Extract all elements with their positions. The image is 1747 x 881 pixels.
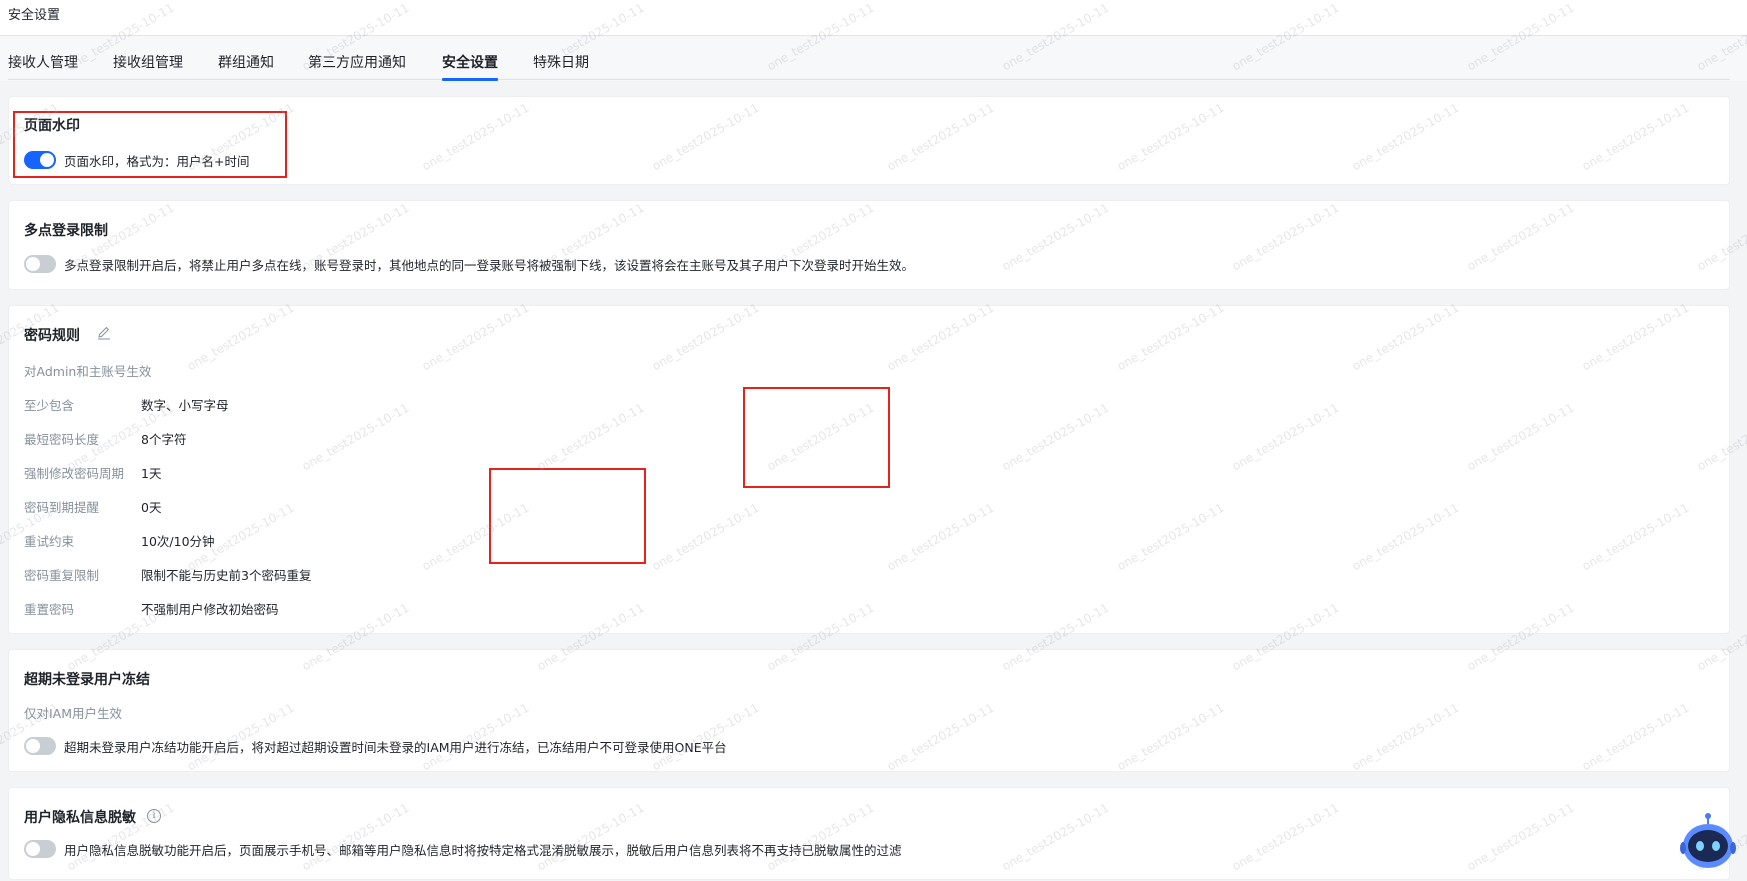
rule-row: 密码到期提醒 0天	[24, 497, 161, 516]
rule-value: 0天	[141, 500, 162, 515]
robot-assistant-icon[interactable]	[1680, 812, 1736, 872]
rule-value: 限制不能与历史前3个密码重复	[141, 568, 312, 583]
tab-baseline	[8, 79, 1730, 80]
rule-row: 至少包含 数字、小写字母	[24, 395, 229, 414]
rule-value: 1天	[141, 466, 162, 481]
tab-third-party-notification[interactable]: 第三方应用通知	[308, 52, 406, 72]
watermark-card: 页面水印 页面水印，格式为：用户名+时间	[8, 96, 1730, 185]
tab-security-settings-label: 安全设置	[442, 55, 498, 71]
toggle-knob	[40, 153, 54, 167]
privacy-mask-title: 用户隐私信息脱敏	[24, 810, 136, 826]
inactive-freeze-switch-label: 超期未登录用户冻结功能开启后，将对超过超期设置时间未登录的IAM用户进行冻结，已…	[64, 739, 727, 755]
multi-login-card: 多点登录限制 多点登录限制开启后，将禁止用户多点在线，账号登录时，其他地点的同一…	[8, 200, 1730, 290]
watermark-switch-label: 页面水印，格式为：用户名+时间	[64, 153, 250, 169]
privacy-mask-toggle[interactable]	[24, 840, 56, 858]
inactive-freeze-scope: 仅对IAM用户生效	[24, 706, 123, 721]
password-rules-scope: 对Admin和主账号生效	[24, 364, 152, 379]
info-icon[interactable]: i	[147, 809, 161, 823]
rule-value: 数字、小写字母	[141, 398, 229, 413]
inactive-freeze-title: 超期未登录用户冻结	[24, 672, 150, 688]
tab-bar: 接收人管理 接收组管理 群组通知 第三方应用通知 安全设置 特殊日期	[0, 36, 1747, 81]
inactive-freeze-switch-row: 超期未登录用户冻结功能开启后，将对超过超期设置时间未登录的IAM用户进行冻结，已…	[24, 737, 727, 755]
page-title: 安全设置	[8, 8, 61, 23]
inactive-freeze-toggle[interactable]	[24, 737, 56, 755]
rule-row: 重试约束 10次/10分钟	[24, 531, 215, 550]
edit-icon[interactable]	[97, 326, 111, 340]
rule-key: 重试约束	[24, 534, 75, 549]
toggle-knob	[26, 257, 40, 271]
rule-row: 密码重复限制 限制不能与历史前3个密码重复	[24, 565, 311, 584]
privacy-mask-card: 用户隐私信息脱敏 i 用户隐私信息脱敏功能开启后，页面展示手机号、邮箱等用户隐私…	[8, 787, 1730, 880]
watermark-title: 页面水印	[24, 118, 80, 134]
rule-row: 强制修改密码周期 1天	[24, 463, 161, 482]
toggle-knob	[26, 739, 40, 753]
active-tab-indicator	[442, 78, 498, 81]
page: 安全设置 接收人管理 接收组管理 群组通知 第三方应用通知 安全设置 特殊日期 …	[0, 0, 1747, 881]
rule-key: 强制修改密码周期	[24, 466, 125, 481]
multi-login-switch-label: 多点登录限制开启后，将禁止用户多点在线，账号登录时，其他地点的同一登录账号将被强…	[64, 257, 915, 273]
watermark-toggle[interactable]	[24, 151, 56, 169]
tab-group-notification[interactable]: 群组通知	[218, 52, 274, 72]
rule-key: 密码重复限制	[24, 568, 100, 583]
inactive-freeze-card: 超期未登录用户冻结 仅对IAM用户生效 超期未登录用户冻结功能开启后，将对超过超…	[8, 649, 1730, 772]
top-bar: 安全设置	[0, 0, 1747, 36]
watermark-switch-row: 页面水印，格式为：用户名+时间	[24, 151, 249, 169]
rule-value: 8个字符	[141, 432, 187, 447]
tab-receiver-management[interactable]: 接收人管理	[8, 52, 78, 72]
rule-value: 不强制用户修改初始密码	[141, 602, 279, 617]
privacy-mask-switch-row: 用户隐私信息脱敏功能开启后，页面展示手机号、邮箱等用户隐私信息时将按特定格式混淆…	[24, 840, 902, 858]
multi-login-title: 多点登录限制	[24, 223, 108, 239]
tab-special-dates[interactable]: 特殊日期	[533, 52, 589, 72]
rule-row: 最短密码长度 8个字符	[24, 429, 186, 448]
password-rules-title: 密码规则	[24, 328, 80, 344]
rule-row: 重置密码 不强制用户修改初始密码	[24, 599, 279, 618]
toggle-knob	[26, 842, 40, 856]
tab-receiver-group-management[interactable]: 接收组管理	[113, 52, 183, 72]
rule-key: 密码到期提醒	[24, 500, 100, 515]
privacy-mask-switch-label: 用户隐私信息脱敏功能开启后，页面展示手机号、邮箱等用户隐私信息时将按特定格式混淆…	[64, 842, 902, 858]
multi-login-switch-row: 多点登录限制开启后，将禁止用户多点在线，账号登录时，其他地点的同一登录账号将被强…	[24, 255, 914, 273]
rule-key: 至少包含	[24, 398, 75, 413]
rule-key: 最短密码长度	[24, 432, 100, 447]
tab-security-settings[interactable]: 安全设置	[442, 52, 498, 81]
rule-value: 10次/10分钟	[141, 534, 215, 549]
password-rules-card: 密码规则 对Admin和主账号生效 至少包含 数字、小写字母 最短密码长度 8个…	[8, 305, 1730, 634]
rule-key: 重置密码	[24, 602, 75, 617]
multi-login-toggle[interactable]	[24, 255, 56, 273]
